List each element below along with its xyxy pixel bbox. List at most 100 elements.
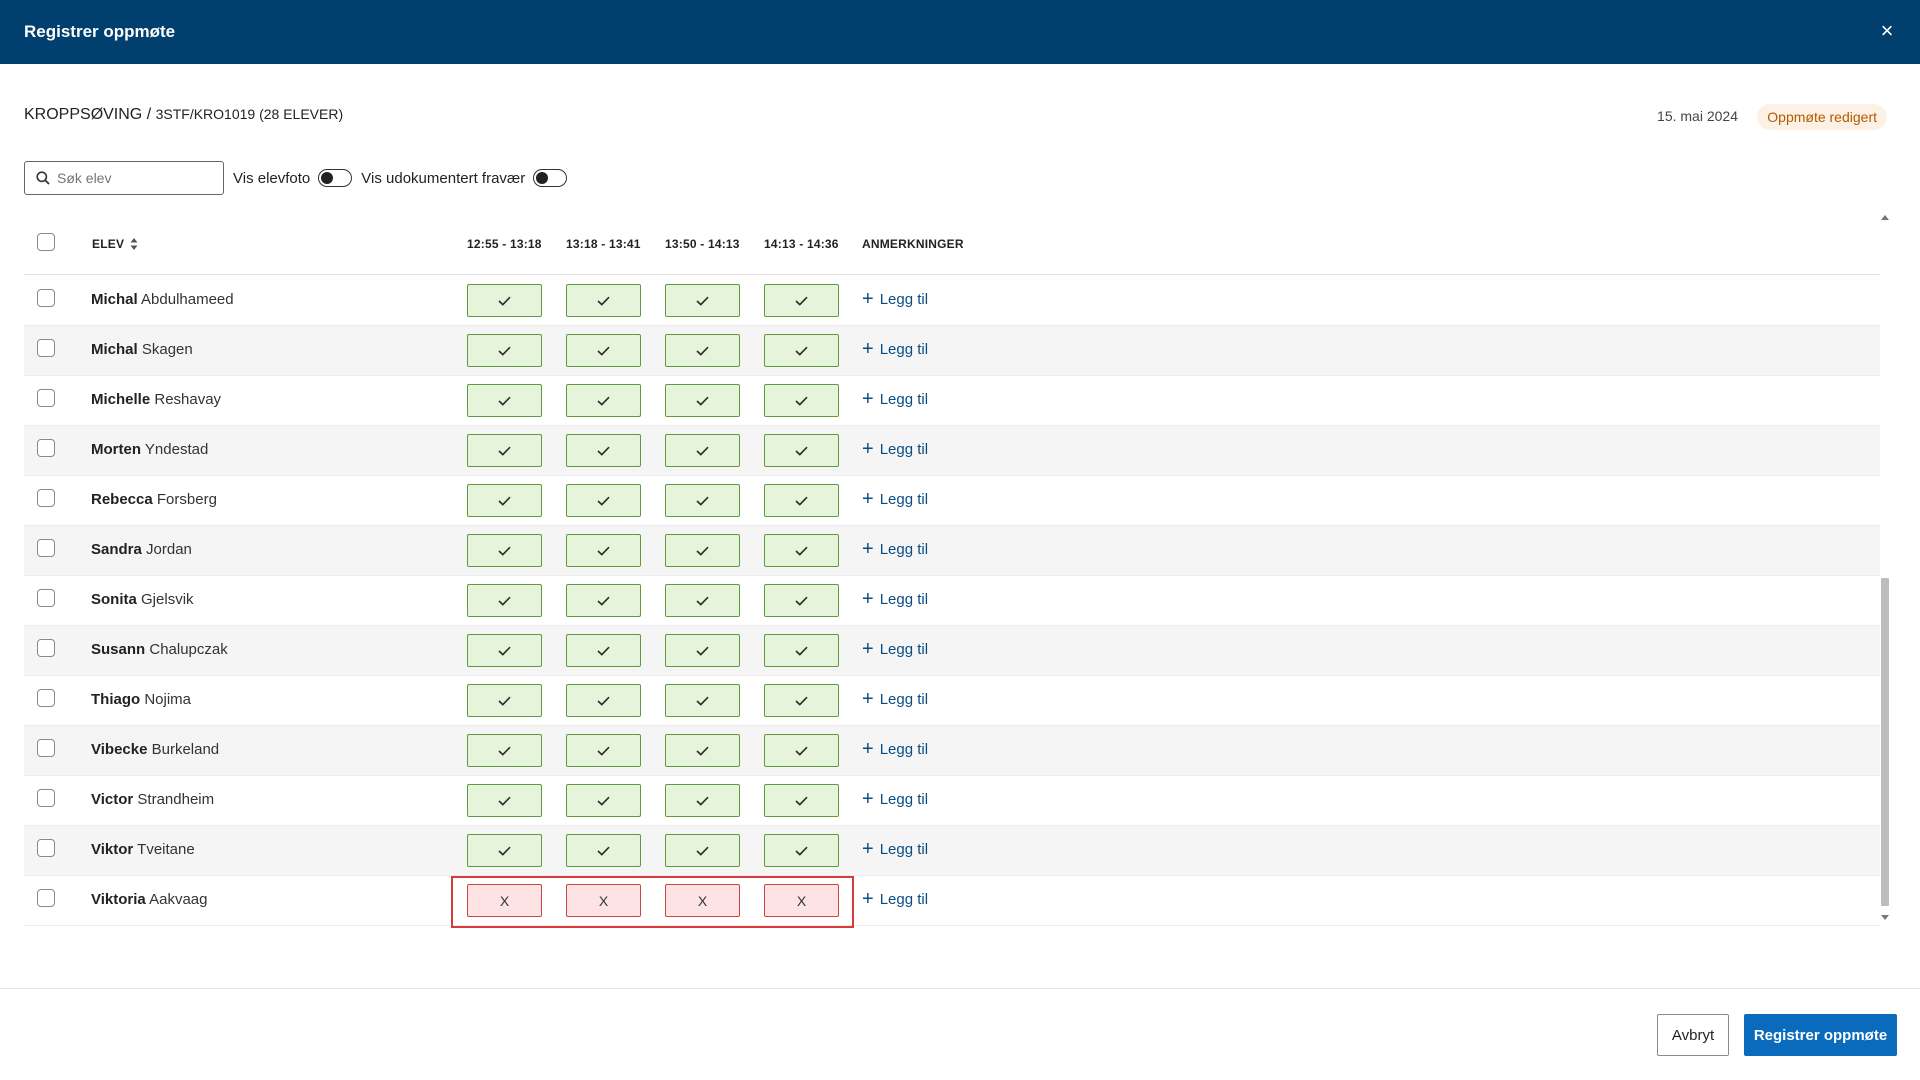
attendance-cell-period-4[interactable] xyxy=(764,584,839,617)
row-checkbox[interactable] xyxy=(37,639,55,657)
add-remark-link[interactable]: + Legg til xyxy=(862,539,928,559)
row-checkbox[interactable] xyxy=(37,589,55,607)
attendance-cell-period-3[interactable] xyxy=(665,534,740,567)
attendance-cell-period-4[interactable] xyxy=(764,734,839,767)
student-name[interactable]: Rebecca Forsberg xyxy=(91,491,217,508)
cancel-button[interactable]: Avbryt xyxy=(1657,1014,1729,1056)
attendance-cell-period-1[interactable] xyxy=(467,284,542,317)
attendance-cell-period-1[interactable] xyxy=(467,684,542,717)
row-checkbox[interactable] xyxy=(37,689,55,707)
attendance-cell-period-4[interactable] xyxy=(764,684,839,717)
row-checkbox[interactable] xyxy=(37,739,55,757)
student-name[interactable]: Viktoria Aakvaag xyxy=(91,891,207,908)
search-box[interactable] xyxy=(24,161,224,195)
add-remark-link[interactable]: + Legg til xyxy=(862,789,928,809)
attendance-cell-period-1[interactable] xyxy=(467,734,542,767)
attendance-cell-period-2[interactable] xyxy=(566,384,641,417)
select-all-checkbox[interactable] xyxy=(37,233,55,251)
add-remark-link[interactable]: + Legg til xyxy=(862,639,928,659)
attendance-cell-period-1[interactable]: X xyxy=(467,884,542,917)
attendance-cell-period-3[interactable] xyxy=(665,784,740,817)
attendance-cell-period-3[interactable] xyxy=(665,834,740,867)
student-name[interactable]: Victor Strandheim xyxy=(91,791,214,808)
student-name[interactable]: Michal Skagen xyxy=(91,341,193,358)
row-checkbox[interactable] xyxy=(37,439,55,457)
add-remark-link[interactable]: + Legg til xyxy=(862,689,928,709)
student-name[interactable]: Michal Abdulhameed xyxy=(91,291,234,308)
scroll-up-icon[interactable] xyxy=(1881,215,1889,220)
add-remark-link[interactable]: + Legg til xyxy=(862,389,928,409)
add-remark-link[interactable]: + Legg til xyxy=(862,339,928,359)
student-name[interactable]: Michelle Reshavay xyxy=(91,391,221,408)
register-attendance-button[interactable]: Registrer oppmøte xyxy=(1744,1014,1897,1056)
attendance-cell-period-3[interactable] xyxy=(665,734,740,767)
attendance-cell-period-2[interactable] xyxy=(566,834,641,867)
attendance-cell-period-3[interactable] xyxy=(665,684,740,717)
column-header-student[interactable]: ELEV xyxy=(92,237,124,251)
scrollbar-thumb[interactable] xyxy=(1881,578,1889,906)
student-name[interactable]: Vibecke Burkeland xyxy=(91,741,219,758)
search-input[interactable] xyxy=(57,168,217,188)
attendance-cell-period-3[interactable] xyxy=(665,334,740,367)
attendance-cell-period-1[interactable] xyxy=(467,634,542,667)
attendance-cell-period-1[interactable] xyxy=(467,534,542,567)
student-name[interactable]: Thiago Nojima xyxy=(91,691,191,708)
student-name[interactable]: Sonita Gjelsvik xyxy=(91,591,194,608)
attendance-cell-period-2[interactable] xyxy=(566,284,641,317)
scrollbar[interactable] xyxy=(1879,213,1891,926)
attendance-cell-period-2[interactable]: X xyxy=(566,884,641,917)
add-remark-link[interactable]: + Legg til xyxy=(862,289,928,309)
photo-toggle[interactable] xyxy=(318,169,353,187)
attendance-cell-period-2[interactable] xyxy=(566,684,641,717)
row-checkbox[interactable] xyxy=(37,389,55,407)
student-name[interactable]: Sandra Jordan xyxy=(91,541,192,558)
close-icon[interactable]: × xyxy=(1874,18,1900,44)
attendance-cell-period-4[interactable] xyxy=(764,834,839,867)
scroll-down-icon[interactable] xyxy=(1881,915,1889,920)
add-remark-link[interactable]: + Legg til xyxy=(862,889,928,909)
row-checkbox[interactable] xyxy=(37,489,55,507)
attendance-cell-period-4[interactable]: X xyxy=(764,884,839,917)
attendance-cell-period-1[interactable] xyxy=(467,384,542,417)
attendance-cell-period-4[interactable] xyxy=(764,484,839,517)
attendance-cell-period-3[interactable] xyxy=(665,434,740,467)
attendance-cell-period-1[interactable] xyxy=(467,334,542,367)
attendance-cell-period-1[interactable] xyxy=(467,784,542,817)
attendance-cell-period-1[interactable] xyxy=(467,584,542,617)
attendance-cell-period-4[interactable] xyxy=(764,334,839,367)
attendance-cell-period-3[interactable]: X xyxy=(665,884,740,917)
attendance-cell-period-1[interactable] xyxy=(467,484,542,517)
attendance-cell-period-3[interactable] xyxy=(665,284,740,317)
attendance-cell-period-2[interactable] xyxy=(566,484,641,517)
attendance-cell-period-3[interactable] xyxy=(665,584,740,617)
attendance-cell-period-4[interactable] xyxy=(764,634,839,667)
attendance-cell-period-2[interactable] xyxy=(566,634,641,667)
row-checkbox[interactable] xyxy=(37,789,55,807)
attendance-cell-period-1[interactable] xyxy=(467,834,542,867)
attendance-cell-period-3[interactable] xyxy=(665,384,740,417)
add-remark-link[interactable]: + Legg til xyxy=(862,589,928,609)
attendance-cell-period-4[interactable] xyxy=(764,434,839,467)
attendance-cell-period-2[interactable] xyxy=(566,534,641,567)
attendance-cell-period-4[interactable] xyxy=(764,384,839,417)
attendance-cell-period-2[interactable] xyxy=(566,734,641,767)
row-checkbox[interactable] xyxy=(37,839,55,857)
student-name[interactable]: Viktor Tveitane xyxy=(91,841,195,858)
undocumented-toggle[interactable] xyxy=(533,169,568,187)
attendance-cell-period-4[interactable] xyxy=(764,534,839,567)
add-remark-link[interactable]: + Legg til xyxy=(862,839,928,859)
row-checkbox[interactable] xyxy=(37,339,55,357)
student-name[interactable]: Morten Yndestad xyxy=(91,441,208,458)
sort-icon[interactable] xyxy=(130,237,138,251)
add-remark-link[interactable]: + Legg til xyxy=(862,739,928,759)
row-checkbox[interactable] xyxy=(37,539,55,557)
attendance-cell-period-2[interactable] xyxy=(566,584,641,617)
attendance-cell-period-2[interactable] xyxy=(566,334,641,367)
add-remark-link[interactable]: + Legg til xyxy=(862,489,928,509)
add-remark-link[interactable]: + Legg til xyxy=(862,439,928,459)
row-checkbox[interactable] xyxy=(37,289,55,307)
row-checkbox[interactable] xyxy=(37,889,55,907)
attendance-cell-period-4[interactable] xyxy=(764,784,839,817)
attendance-cell-period-4[interactable] xyxy=(764,284,839,317)
attendance-cell-period-3[interactable] xyxy=(665,484,740,517)
